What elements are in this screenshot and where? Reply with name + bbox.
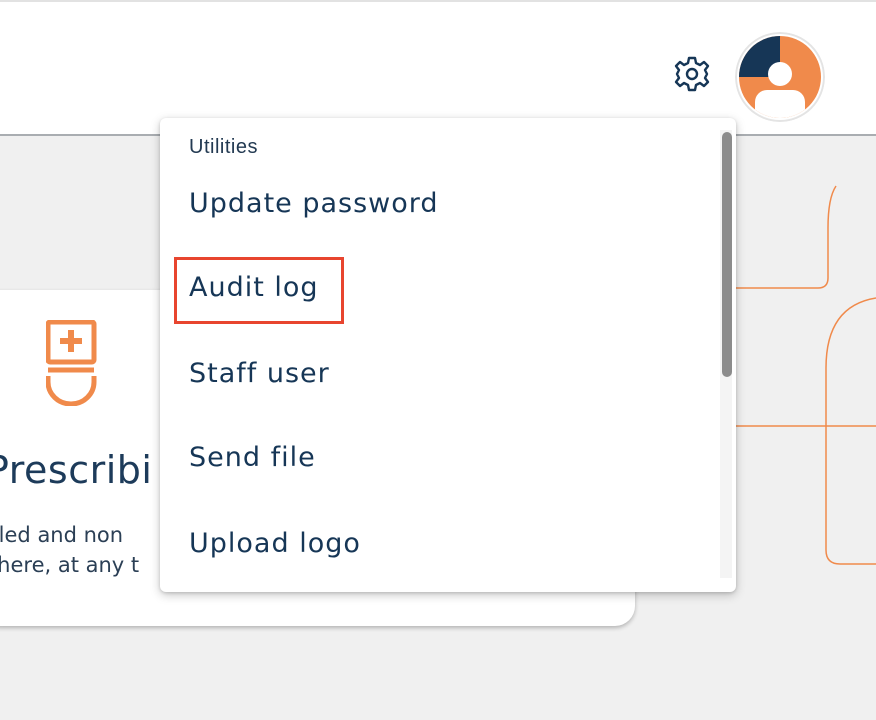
menu-scrollbar-thumb[interactable]	[722, 132, 732, 377]
menu-item-staff-user[interactable]: Staff user	[189, 358, 330, 389]
settings-dropdown-menu: Utilities Update password Audit log Staf…	[160, 118, 736, 592]
user-avatar-icon[interactable]	[735, 32, 825, 122]
card-description-line: where, at any t	[0, 553, 140, 577]
menu-item-send-file[interactable]: Send file	[189, 442, 316, 473]
top-header	[0, 0, 876, 136]
gear-icon[interactable]	[672, 54, 712, 94]
menu-section-label: Utilities	[189, 136, 258, 158]
prescription-icon	[46, 320, 97, 406]
card-description-line: olled and non	[0, 523, 124, 547]
menu-item-audit-log[interactable]: Audit log	[189, 272, 319, 303]
menu-item-upload-logo[interactable]: Upload logo	[189, 528, 361, 559]
page: Prescribi olled and non where, at any t	[0, 0, 876, 720]
card-description: olled and non where, at any t	[0, 520, 139, 580]
menu-item-update-password[interactable]: Update password	[189, 188, 439, 219]
card-title: Prescribi	[0, 448, 153, 492]
